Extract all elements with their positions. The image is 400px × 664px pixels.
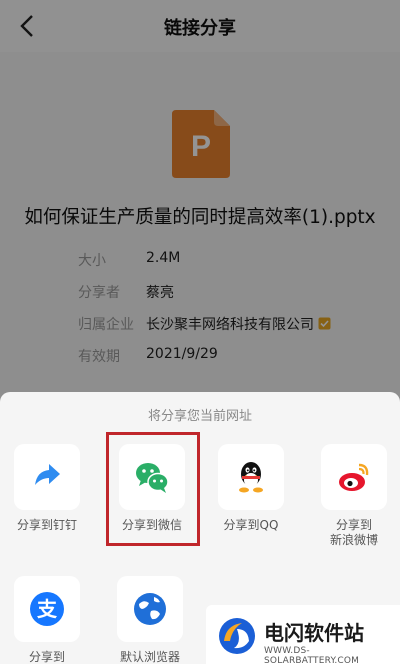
highlight-box	[106, 432, 200, 546]
share-alipay-button[interactable]: 支 分享到	[5, 576, 89, 664]
share-label: 分享到QQ	[223, 518, 279, 532]
share-tile	[117, 576, 183, 642]
lightning-logo-icon	[219, 618, 255, 654]
share-label: 分享到钉钉	[16, 518, 77, 532]
share-sheet-title: 将分享您当前网址	[147, 409, 252, 424]
share-dingtalk-button[interactable]: 分享到钉钉	[5, 444, 89, 533]
browser-icon	[134, 593, 166, 625]
share-tile	[14, 444, 80, 510]
share-tile	[218, 444, 284, 510]
alipay-icon: 支	[30, 592, 64, 626]
watermark-brand: 电闪软件站	[264, 621, 364, 645]
share-weibo-button[interactable]: 分享到 新浪微博	[312, 444, 396, 548]
share-tile	[321, 444, 387, 510]
share-label: 分享到	[28, 650, 65, 664]
watermark: 电闪软件站 WWW.DS-SOLARBATTERY.COM	[206, 605, 400, 664]
default-browser-button[interactable]: 默认浏览器	[108, 576, 192, 664]
share-qq-button[interactable]: 分享到QQ	[209, 444, 293, 533]
qq-icon	[239, 462, 263, 493]
weibo-icon	[339, 463, 369, 491]
watermark-domain: WWW.DS-SOLARBATTERY.COM	[264, 646, 360, 664]
dingtalk-icon	[35, 464, 60, 485]
share-label: 默认浏览器	[119, 650, 180, 664]
share-label: 分享到 新浪微博	[329, 518, 378, 547]
svg-text:支: 支	[37, 597, 58, 621]
share-tile: 支	[14, 576, 80, 642]
